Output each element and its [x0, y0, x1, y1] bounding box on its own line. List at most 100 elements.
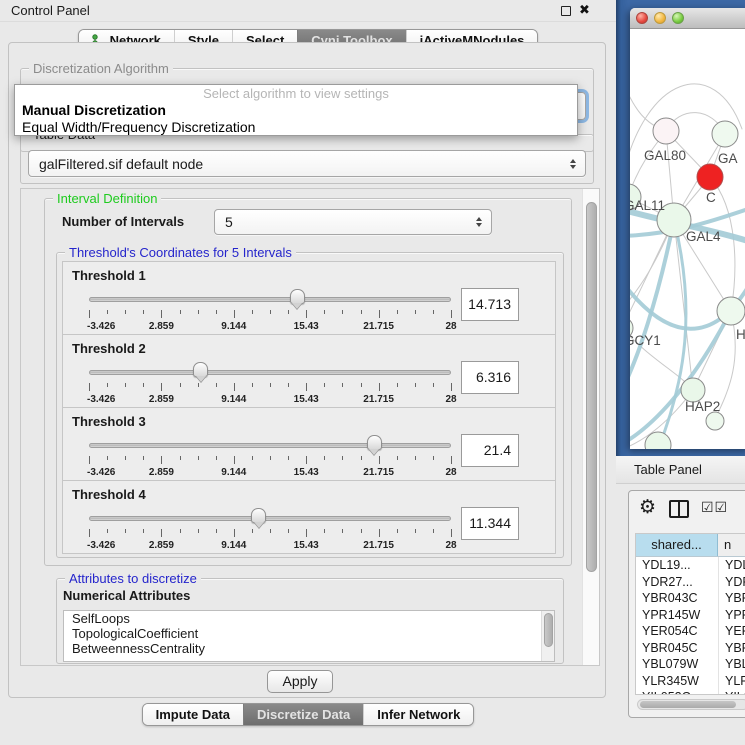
table-hscrollbar-thumb[interactable]	[640, 701, 736, 708]
node-label: GAL4	[686, 229, 721, 244]
tick-label: 21.715	[363, 394, 394, 405]
settings-scrollbar-track[interactable]	[582, 189, 599, 665]
network-window-titlebar[interactable]	[630, 8, 745, 29]
numerical-attributes-list[interactable]: SelfLoopsTopologicalCoefficientBetweenne…	[63, 610, 555, 662]
table-row[interactable]: YIL052CYIL0	[636, 689, 745, 695]
attribute-list-item[interactable]: BetweennessCentrality	[64, 641, 554, 656]
tick-mark	[143, 529, 144, 533]
tab-label: Infer Network	[377, 707, 460, 722]
threshold-panel: Threshold 1 -3.4262.8599.14415.4321.7152…	[62, 261, 556, 335]
network-node-selected[interactable]	[697, 164, 723, 190]
tick-mark	[107, 310, 108, 314]
slider-thumb[interactable]	[367, 435, 382, 450]
threshold-slider[interactable]: -3.4262.8599.14415.4321.71528	[89, 288, 451, 334]
attribute-list-item[interactable]: SelfLoops	[64, 611, 554, 626]
table-data-combobox[interactable]: galFiltered.sif default node	[28, 150, 586, 177]
slider-track[interactable]	[89, 297, 451, 302]
settings-scrollbar-thumb[interactable]	[586, 202, 597, 572]
float-window-icon[interactable]	[561, 6, 571, 16]
tick-label: 2.859	[149, 321, 174, 332]
threshold-value-field[interactable]: 21.4	[461, 434, 519, 467]
threshold-slider[interactable]: -3.4262.8599.14415.4321.71528	[89, 361, 451, 407]
network-node[interactable]	[717, 297, 745, 325]
cell-shared-name: YER054C	[636, 623, 718, 640]
threshold-slider[interactable]: -3.4262.8599.14415.4321.71528	[89, 434, 451, 480]
discretization-algorithm-legend: Discretization Algorithm	[29, 61, 173, 76]
network-canvas[interactable]: GAL80GACGAL11GAL4GCY1HHAP2	[630, 29, 745, 449]
slider-track[interactable]	[89, 370, 451, 375]
tick-mark	[180, 310, 181, 314]
close-traffic-light-icon[interactable]	[636, 12, 648, 24]
tick-mark	[198, 529, 199, 533]
apply-button[interactable]: Apply	[267, 670, 333, 693]
column-header-name[interactable]: n	[718, 534, 745, 556]
select-columns-checkbox-icons[interactable]: ☑☑	[701, 500, 728, 516]
tick-label: 15.43	[294, 321, 319, 332]
tick-mark	[451, 456, 452, 464]
table-row[interactable]: YLR345WYLR3	[636, 673, 745, 690]
threshold-value-field[interactable]: 6.316	[461, 361, 519, 394]
attributes-scrollbar-thumb[interactable]	[544, 613, 553, 647]
tick-mark	[270, 456, 271, 460]
network-view-window[interactable]: GAL80GACGAL11GAL4GCY1HHAP2	[630, 8, 745, 449]
columns-icon[interactable]	[669, 500, 689, 518]
slider-thumb[interactable]	[251, 508, 266, 523]
tab-discretize-data[interactable]: Discretize Data	[243, 704, 363, 725]
tab-label: Impute Data	[156, 707, 230, 722]
tick-mark	[107, 529, 108, 533]
tick-mark	[216, 310, 217, 314]
tick-mark	[161, 383, 162, 391]
threshold-value-field[interactable]: 14.713	[461, 288, 519, 321]
combo-arrows-icon	[570, 159, 576, 169]
network-node[interactable]	[706, 412, 724, 430]
table-row[interactable]: YDR27...YDR2	[636, 574, 745, 591]
tick-mark	[361, 383, 362, 387]
tick-mark	[379, 310, 380, 318]
minimize-traffic-light-icon[interactable]	[654, 12, 666, 24]
tick-mark	[397, 310, 398, 314]
table-row[interactable]: YER054CYER0	[636, 623, 745, 640]
zoom-traffic-light-icon[interactable]	[672, 12, 684, 24]
tick-label: 21.715	[363, 540, 394, 551]
node-attribute-table: shared... n YDL19...YDL1YDR27...YDR2YBR0…	[635, 533, 745, 695]
close-icon[interactable]: ✖	[579, 2, 590, 18]
cell-name: YER0	[718, 623, 745, 640]
threshold-panel: Threshold 4 -3.4262.8599.14415.4321.7152…	[62, 480, 556, 554]
attribute-list-item[interactable]: TopologicalCoefficient	[64, 626, 554, 641]
network-node[interactable]	[712, 121, 738, 147]
cell-shared-name: YBR045C	[636, 640, 718, 657]
bottom-tabbar: Impute Data Discretize Data Infer Network	[0, 703, 616, 726]
threshold-slider[interactable]: -3.4262.8599.14415.4321.71528	[89, 507, 451, 553]
dropdown-prompt-item[interactable]: Select algorithm to view settings	[15, 85, 577, 102]
network-node[interactable]	[653, 118, 679, 144]
interval-definition-legend: Interval Definition	[53, 191, 161, 206]
gear-icon[interactable]: ⚙	[639, 496, 656, 518]
table-row[interactable]: YDL19...YDL1	[636, 557, 745, 574]
table-row[interactable]: YPR145WYPR1	[636, 607, 745, 624]
tick-label: 15.43	[294, 540, 319, 551]
tick-mark	[361, 456, 362, 460]
table-row[interactable]: YBL079WYBL0	[636, 656, 745, 673]
slider-thumb[interactable]	[193, 362, 208, 377]
slider-track[interactable]	[89, 443, 451, 448]
network-graph: GAL80GACGAL11GAL4GCY1HHAP2	[630, 29, 745, 449]
tick-label: 28	[445, 467, 456, 478]
table-row[interactable]: YBR043CYBR0	[636, 590, 745, 607]
table-hscrollbar-track[interactable]	[637, 699, 745, 710]
column-header-shared-name[interactable]: shared...	[636, 534, 718, 556]
cell-shared-name: YLR345W	[636, 673, 718, 690]
tick-mark	[107, 456, 108, 460]
number-of-intervals-combobox[interactable]: 5	[214, 209, 492, 235]
table-header-row: shared... n	[636, 534, 745, 557]
slider-thumb[interactable]	[290, 289, 305, 304]
tab-infer-network[interactable]: Infer Network	[363, 704, 473, 725]
tick-mark	[198, 456, 199, 460]
tab-impute-data[interactable]: Impute Data	[143, 704, 243, 725]
attributes-scrollbar-track[interactable]	[541, 611, 554, 661]
threshold-value-field[interactable]: 11.344	[461, 507, 519, 540]
tick-mark	[361, 310, 362, 314]
table-row[interactable]: YBR045CYBR0	[636, 640, 745, 657]
dropdown-item[interactable]: Manual Discretization	[15, 102, 577, 119]
slider-track[interactable]	[89, 516, 451, 521]
dropdown-item[interactable]: Equal Width/Frequency Discretization	[15, 119, 577, 136]
